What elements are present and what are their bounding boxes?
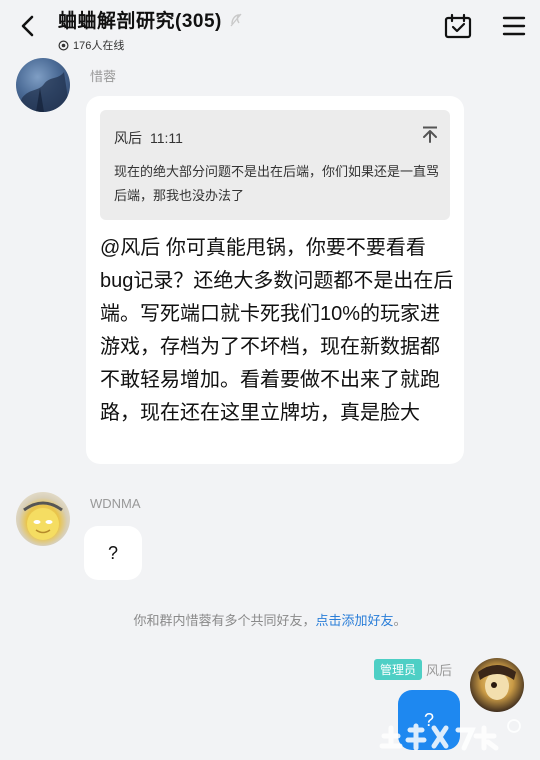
mute-icon [228,12,244,28]
quote-text: 现在的绝大部分问题不是出在后端，你们如果还是一直骂后端，那我也没办法了 [114,164,440,203]
message-text: ? [107,542,118,563]
message-text: @风后 你可真能甩锅，你要不要看看bug记录？还绝大多数问题都不是出在后端。写死… [100,237,454,424]
menu-icon [502,16,526,36]
calendar-check-icon [444,13,472,39]
message-bubble[interactable]: ? [84,526,142,580]
sender-info: 管理员 风后 [373,659,452,680]
system-notice: 你和群内惜蓉有多个共同好友，点击添加好友。 [0,610,540,629]
avatar[interactable] [16,58,70,112]
chat-header: 蛐蛐解剖研究(305) 176人在线 [0,0,540,54]
admin-badge: 管理员 [373,659,422,680]
chat-title-area[interactable]: 蛐蛐解剖研究(305) 176人在线 [58,6,244,53]
watermark-logo [376,716,536,756]
add-friend-link[interactable]: 点击添加好友 [315,613,393,628]
sender-name[interactable]: 风后 [426,660,452,679]
chevron-left-icon [21,15,34,37]
quote-author: 风后 [114,130,142,146]
chat-title: 蛐蛐解剖研究(305) [58,11,222,32]
message-bubble[interactable]: 风后 11:11 现在的绝大部分问题不是出在后端，你们如果还是一直骂后端，那我也没… [86,96,464,464]
online-status: 176人在线 [58,37,244,53]
avatar[interactable] [16,492,70,546]
avatar[interactable] [470,658,524,712]
jump-to-top-icon [423,126,437,143]
back-button[interactable] [12,10,44,42]
quoted-message[interactable]: 风后 11:11 现在的绝大部分问题不是出在后端，你们如果还是一直骂后端，那我也没… [100,110,450,220]
quote-time: 11:11 [150,130,183,146]
notice-text: 你和群内惜蓉有多个共同好友， [133,613,316,628]
menu-button[interactable] [498,10,530,42]
jump-to-quote-button[interactable] [420,124,440,144]
sender-name[interactable]: WDNMA [90,496,141,511]
notice-suffix: 。 [393,613,407,628]
online-count: 176人在线 [73,40,125,52]
quote-header: 风后 11:11 [114,128,183,148]
sender-name[interactable]: 惜蓉 [90,66,116,85]
calendar-button[interactable] [442,10,474,42]
online-icon [58,39,69,51]
